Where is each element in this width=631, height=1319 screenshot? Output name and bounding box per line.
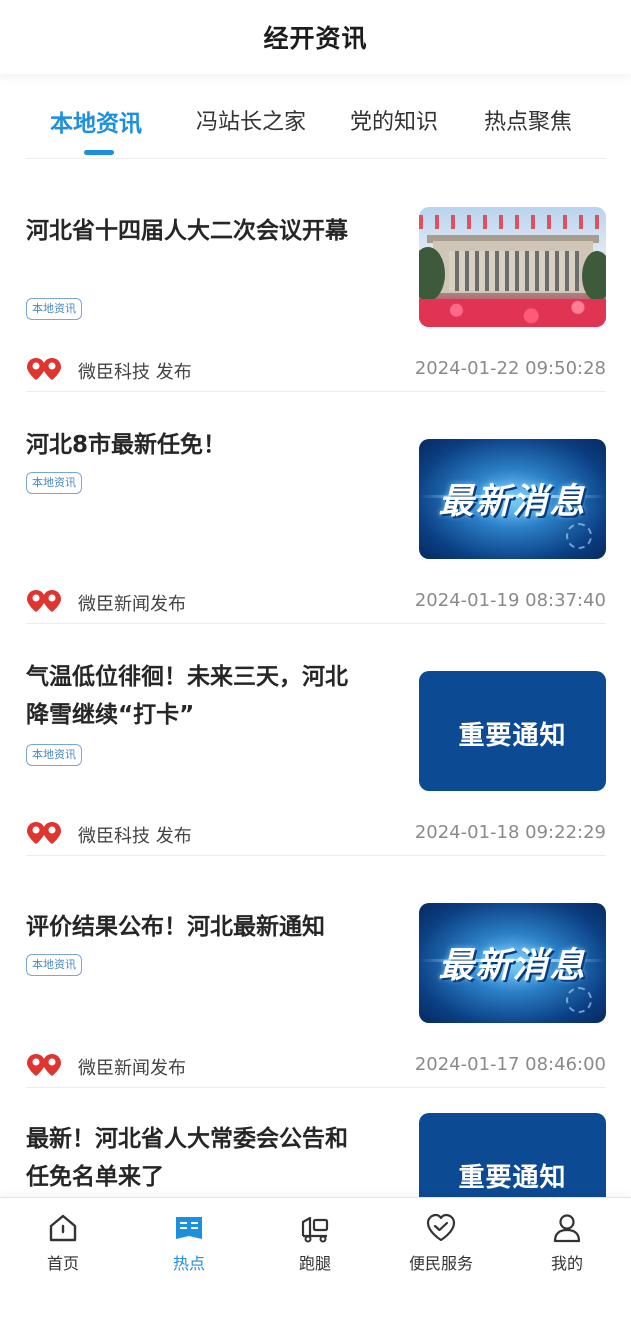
tab-party-knowledge[interactable]: 党的知识 — [350, 104, 438, 136]
publisher-logo-icon — [27, 358, 61, 380]
heart-check-icon — [426, 1213, 456, 1242]
thumbnail-caption: 重要通知 — [458, 1163, 567, 1193]
news-thumbnail: 最新消息 — [419, 903, 606, 1023]
tab-station-home[interactable]: 冯站长之家 — [196, 104, 306, 136]
publisher-logo-icon — [27, 590, 61, 612]
thumbnail-caption: 重要通知 — [458, 721, 567, 751]
nav-hot[interactable]: 热点 — [126, 1198, 252, 1281]
publisher-name: 微臣科技 发布 — [78, 826, 192, 847]
tab-local-news[interactable]: 本地资讯 — [50, 104, 142, 138]
thumbnail-caption: 最新消息 — [438, 482, 587, 522]
nav-label: 便民服务 — [408, 1254, 473, 1273]
nav-services[interactable]: 便民服务 — [378, 1198, 504, 1281]
news-list: 河北省十四届人大二次会议开幕 本地资讯 微臣科技 发布 2024-01-22 0… — [26, 160, 606, 1319]
news-item[interactable]: 评价结果公布！河北最新通知 本地资讯 最新消息 微臣新闻发布 2024-01-1… — [26, 856, 606, 1088]
nav-errand[interactable]: 跑腿 — [252, 1198, 378, 1281]
user-icon — [553, 1214, 581, 1243]
category-tabs: 本地资讯 冯站长之家 党的知识 热点聚焦 — [26, 76, 606, 159]
active-tab-indicator — [84, 150, 114, 155]
nav-label: 首页 — [46, 1254, 79, 1273]
home-icon — [49, 1214, 77, 1242]
publisher-name: 微臣新闻发布 — [78, 594, 186, 615]
news-meta: 微臣科技 发布 2024-01-22 09:50:28 — [26, 356, 606, 386]
nav-profile[interactable]: 我的 — [504, 1198, 630, 1281]
category-badge: 本地资讯 — [26, 744, 82, 766]
publish-date: 2024-01-22 09:50:28 — [414, 358, 606, 379]
publisher-name: 微臣科技 发布 — [78, 362, 192, 383]
tab-hot-topics[interactable]: 热点聚焦 — [484, 104, 572, 136]
news-title: 评价结果公布！河北最新通知 — [26, 914, 325, 940]
bottom-navigation: 首页 热点 跑腿 便民服务 我的 — [0, 1197, 631, 1281]
news-item[interactable]: 气温低位徘徊！未来三天，河北降雪继续“打卡” 本地资讯 重要通知 微臣科技 发布… — [26, 624, 606, 856]
publish-date: 2024-01-18 09:22:29 — [414, 822, 606, 843]
category-badge: 本地资讯 — [26, 298, 82, 320]
nav-label: 热点 — [172, 1254, 205, 1273]
nav-label: 跑腿 — [298, 1254, 331, 1273]
news-icon — [176, 1217, 202, 1239]
page-title: 经开资讯 — [263, 24, 368, 53]
publish-date: 2024-01-17 08:46:00 — [414, 1054, 606, 1075]
publisher-logo-icon — [27, 1054, 61, 1076]
app-header: 经开资讯 — [0, 0, 631, 74]
news-thumbnail: 重要通知 — [419, 671, 606, 791]
category-badge: 本地资讯 — [26, 954, 82, 976]
news-title: 最新！河北省人大常委会公告和任免名单来了 — [26, 1126, 348, 1190]
publish-date: 2024-01-19 08:37:40 — [414, 590, 606, 611]
news-meta: 微臣科技 发布 2024-01-18 09:22:29 — [26, 820, 606, 850]
news-thumbnail: 最新消息 — [419, 439, 606, 559]
nav-home[interactable]: 首页 — [0, 1198, 126, 1281]
thumbnail-caption: 最新消息 — [438, 946, 587, 986]
publisher-name: 微臣新闻发布 — [78, 1058, 186, 1079]
news-item[interactable]: 河北8市最新任免！ 本地资讯 最新消息 微臣新闻发布 2024-01-19 08… — [26, 392, 606, 624]
nav-label: 我的 — [550, 1254, 583, 1273]
news-thumbnail — [419, 207, 606, 327]
news-title: 河北省十四届人大二次会议开幕 — [26, 218, 348, 244]
news-meta: 微臣新闻发布 2024-01-17 08:46:00 — [26, 1052, 606, 1082]
delivery-icon — [301, 1216, 329, 1243]
publisher-logo-icon — [27, 822, 61, 844]
news-title: 河北8市最新任免！ — [26, 432, 227, 458]
category-badge: 本地资讯 — [26, 472, 82, 494]
news-item[interactable]: 河北省十四届人大二次会议开幕 本地资讯 微臣科技 发布 2024-01-22 0… — [26, 160, 606, 392]
news-meta: 微臣新闻发布 2024-01-19 08:37:40 — [26, 588, 606, 618]
news-title: 气温低位徘徊！未来三天，河北降雪继续“打卡” — [26, 664, 348, 728]
